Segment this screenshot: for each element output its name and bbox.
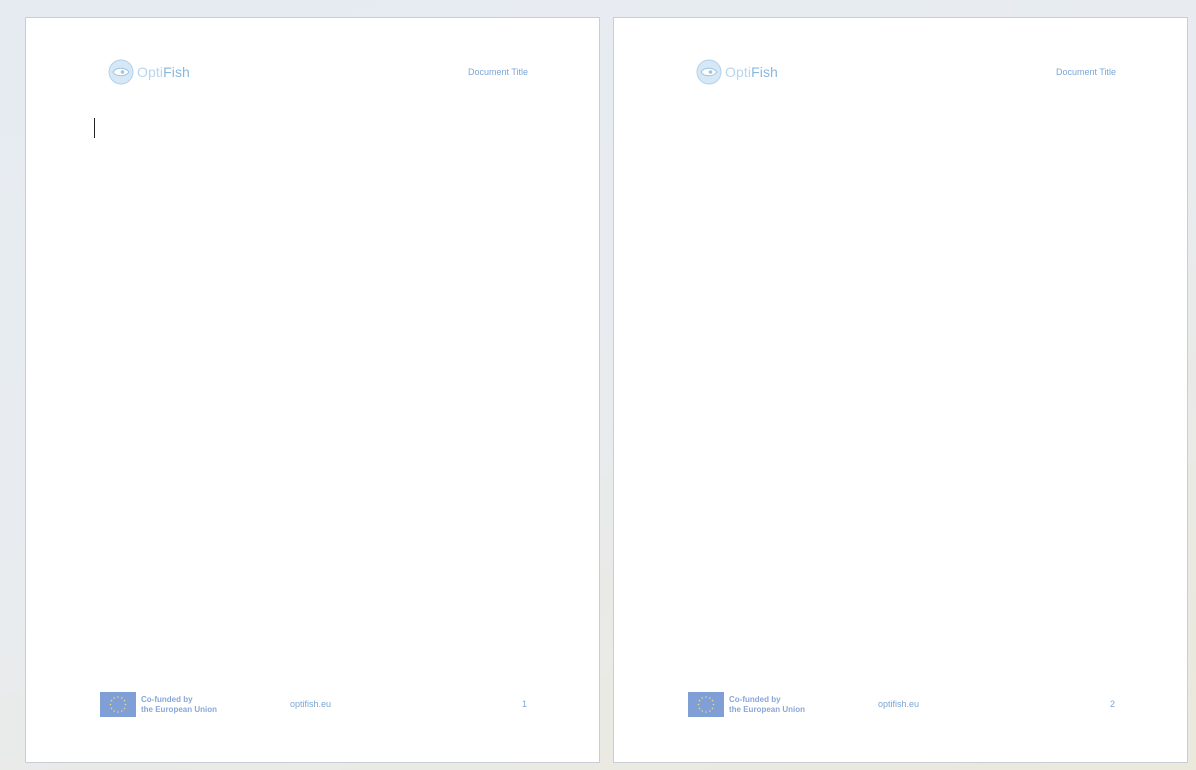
page-number: 1: [522, 699, 528, 709]
document-page-2[interactable]: OptiFish Document Title Co-funded by the…: [613, 17, 1188, 763]
eu-flag-icon: [100, 692, 136, 717]
footer-url: optifish.eu: [878, 699, 920, 709]
document-page-1[interactable]: OptiFish Document Title Co-funded by the…: [25, 17, 600, 763]
eu-cofunded-badge: Co-funded by the European Union: [688, 692, 805, 717]
fish-logo-icon: [696, 59, 722, 85]
eu-cofunded-text: Co-funded by the European Union: [729, 695, 805, 715]
document-canvas[interactable]: OptiFish Document Title Co-funded by the…: [0, 0, 1196, 770]
header-document-title: Document Title: [467, 67, 528, 77]
eu-cofunded-text: Co-funded by the European Union: [141, 695, 217, 715]
logo-opti-text: Opti: [725, 64, 752, 80]
logo-wordmark: OptiFish: [725, 59, 778, 85]
logo-fish-text: Fish: [163, 64, 190, 80]
logo-opti-text: Opti: [137, 64, 164, 80]
eu-line-2: the European Union: [729, 704, 805, 714]
eu-flag-icon: [688, 692, 724, 717]
footer-url: optifish.eu: [290, 699, 332, 709]
eu-line-1: Co-funded by: [729, 694, 781, 704]
logo-fish-text: Fish: [751, 64, 778, 80]
fish-logo-icon: [108, 59, 134, 85]
header-document-title: Document Title: [1055, 67, 1116, 77]
text-cursor: [94, 118, 95, 138]
page-number: 2: [1110, 699, 1116, 709]
eu-line-2: the European Union: [141, 704, 217, 714]
eu-cofunded-badge: Co-funded by the European Union: [100, 692, 217, 717]
optifish-logo: OptiFish: [696, 59, 778, 85]
eu-line-1: Co-funded by: [141, 694, 193, 704]
logo-wordmark: OptiFish: [137, 59, 190, 85]
optifish-logo: OptiFish: [108, 59, 190, 85]
